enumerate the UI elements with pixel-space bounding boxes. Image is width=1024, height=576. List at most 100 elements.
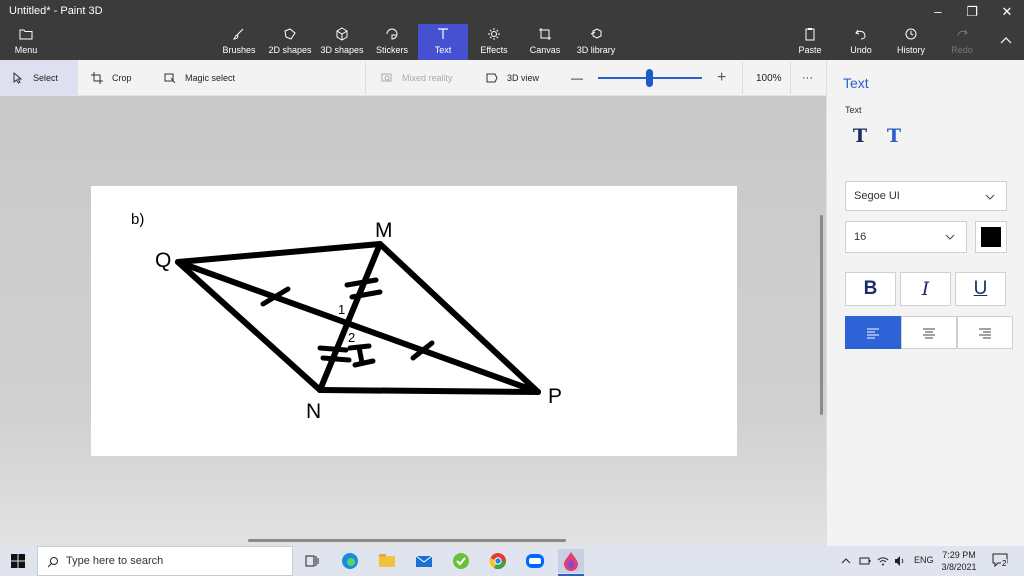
font-size-dropdown[interactable]: 16 bbox=[845, 221, 967, 253]
part-label: b) bbox=[131, 211, 144, 228]
clock[interactable]: 7:29 PM 3/8/2021 bbox=[936, 549, 982, 573]
battery-icon[interactable] bbox=[859, 555, 871, 567]
zoom-level[interactable]: 100% bbox=[756, 60, 782, 96]
quad-side-np bbox=[317, 387, 541, 395]
more-options-button[interactable]: ··· bbox=[802, 60, 813, 96]
underline-button[interactable]: U bbox=[955, 272, 1006, 306]
align-left-icon bbox=[867, 328, 879, 338]
text-icon bbox=[418, 27, 468, 45]
brush-icon bbox=[220, 27, 258, 45]
tool-text[interactable]: Text bbox=[418, 24, 468, 60]
language-indicator[interactable]: ENG bbox=[914, 555, 934, 565]
color-fill bbox=[981, 227, 1001, 247]
history-button[interactable]: History bbox=[894, 24, 928, 60]
tool-label: Brushes bbox=[222, 45, 256, 55]
chrome-icon[interactable] bbox=[487, 550, 509, 572]
font-size-value: 16 bbox=[854, 231, 867, 243]
taskbar: Type here to search ENG 7:29 PM 3/8/2021… bbox=[0, 546, 1024, 576]
magic-select-button[interactable]: Magic select bbox=[164, 60, 235, 96]
tool-2d-shapes[interactable]: 2D shapes bbox=[268, 24, 312, 60]
redo-button[interactable]: Redo bbox=[946, 24, 978, 60]
align-left-button[interactable] bbox=[845, 316, 901, 349]
tool-3d-library[interactable]: 3D library bbox=[574, 24, 618, 60]
text-color-swatch[interactable] bbox=[975, 221, 1007, 253]
paste-label: Paste bbox=[798, 45, 822, 55]
tool-effects[interactable]: Effects bbox=[476, 24, 512, 60]
edge-browser-icon[interactable] bbox=[339, 550, 361, 572]
folder-icon bbox=[8, 27, 44, 45]
crop-button[interactable]: Crop bbox=[91, 60, 132, 96]
tool-options-bar: Select Crop Magic select Mixed reality 3… bbox=[0, 60, 826, 96]
align-center-button[interactable] bbox=[901, 316, 957, 349]
angle-mark bbox=[347, 343, 376, 368]
zoom-in-button[interactable]: + bbox=[717, 60, 726, 96]
horizontal-scrollbar[interactable] bbox=[248, 539, 566, 542]
crop-label: Crop bbox=[112, 73, 132, 83]
shapes-2d-icon bbox=[268, 27, 312, 45]
app-icon[interactable] bbox=[450, 550, 472, 572]
close-button[interactable]: ✕ bbox=[990, 0, 1024, 24]
select-button[interactable]: Select bbox=[0, 60, 78, 96]
toolbar-divider bbox=[790, 62, 791, 94]
redo-label: Redo bbox=[951, 45, 973, 55]
history-label: History bbox=[896, 45, 925, 55]
chevron-up-icon[interactable] bbox=[841, 556, 851, 566]
zoom-slider-thumb[interactable] bbox=[646, 69, 653, 87]
sun-icon bbox=[476, 27, 512, 45]
angle-2-label: 2 bbox=[348, 330, 355, 345]
magic-select-label: Magic select bbox=[185, 73, 236, 83]
font-family-dropdown[interactable]: Segoe UI bbox=[845, 181, 1007, 211]
volume-icon[interactable] bbox=[894, 555, 906, 567]
tool-brushes[interactable]: Brushes bbox=[220, 24, 258, 60]
align-right-button[interactable] bbox=[957, 316, 1013, 349]
minimize-button[interactable]: – bbox=[921, 0, 955, 24]
taskbar-search-box[interactable]: Type here to search bbox=[37, 546, 293, 576]
zalo-icon[interactable] bbox=[524, 550, 546, 572]
file-explorer-icon[interactable] bbox=[376, 550, 398, 572]
window-title: Untitled* - Paint 3D bbox=[9, 5, 103, 17]
tool-label: 2D shapes bbox=[268, 45, 312, 55]
tool-label: Canvas bbox=[529, 45, 561, 55]
start-button[interactable] bbox=[0, 546, 36, 576]
tool-label: Text bbox=[434, 45, 452, 55]
quad-side-mp bbox=[377, 241, 541, 395]
tick-mark bbox=[349, 289, 383, 300]
wifi-icon[interactable] bbox=[877, 555, 889, 567]
2d-text-icon[interactable]: T bbox=[849, 125, 871, 147]
zoom-out-button[interactable]: — bbox=[571, 60, 583, 96]
collapse-ribbon-button[interactable] bbox=[994, 24, 1018, 60]
italic-button[interactable]: I bbox=[900, 272, 951, 306]
select-label: Select bbox=[33, 73, 59, 83]
align-center-icon bbox=[923, 328, 935, 338]
mixed-reality-button[interactable]: Mixed reality bbox=[381, 60, 453, 96]
undo-button[interactable]: Undo bbox=[845, 24, 877, 60]
task-view-icon[interactable] bbox=[301, 550, 323, 572]
mail-icon[interactable] bbox=[413, 550, 435, 572]
search-icon bbox=[47, 557, 58, 568]
history-icon bbox=[894, 27, 928, 45]
tool-canvas[interactable]: Canvas bbox=[526, 24, 564, 60]
text-properties-panel: Text Text T T Segoe UI 16 B I U bbox=[826, 60, 1024, 546]
bold-button[interactable]: B bbox=[845, 272, 896, 306]
3d-view-button[interactable]: 3D view bbox=[486, 60, 539, 96]
3d-text-icon[interactable]: T bbox=[883, 125, 905, 147]
menu-button[interactable]: Menu bbox=[8, 24, 44, 60]
tool-stickers[interactable]: Stickers bbox=[374, 24, 410, 60]
ribbon: Menu Brushes 2D shapes 3D shapes Sticker… bbox=[0, 24, 1024, 60]
library-icon bbox=[574, 27, 618, 45]
mixed-reality-label: Mixed reality bbox=[402, 73, 453, 83]
tool-3d-shapes[interactable]: 3D shapes bbox=[320, 24, 364, 60]
quad-side-qm bbox=[175, 241, 383, 265]
restore-button[interactable]: ❐ bbox=[955, 0, 989, 24]
cursor-icon bbox=[13, 72, 23, 84]
search-placeholder: Type here to search bbox=[66, 555, 164, 567]
geometry-drawing: b) Q M N P 1 2 bbox=[131, 211, 562, 423]
chevron-down-icon bbox=[985, 194, 995, 200]
paste-button[interactable]: Paste bbox=[794, 24, 826, 60]
canvas-icon bbox=[526, 27, 564, 45]
drawing-canvas[interactable]: b) Q M N P 1 2 bbox=[91, 186, 737, 456]
vertical-scrollbar[interactable] bbox=[820, 215, 823, 415]
tool-label: Effects bbox=[480, 45, 508, 55]
notification-button[interactable]: 2 bbox=[992, 553, 1010, 569]
paint-3d-taskbar-icon[interactable] bbox=[558, 549, 584, 573]
